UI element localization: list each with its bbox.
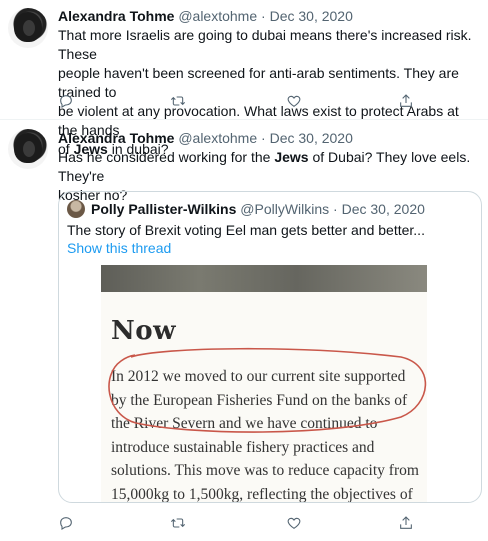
tweet-actions	[56, 514, 416, 532]
avatar[interactable]	[8, 8, 48, 48]
quoted-avatar	[67, 200, 85, 218]
author-name[interactable]: Alexandra Tohme	[58, 130, 174, 146]
author-handle[interactable]: @alextohme	[178, 130, 257, 146]
share-icon[interactable]	[396, 514, 416, 532]
quoted-tweet-date: Dec 30, 2020	[341, 201, 425, 217]
tweet-header: Alexandra Tohme @alextohme · Dec 30, 202…	[58, 130, 353, 146]
retweet-icon[interactable]	[168, 92, 188, 110]
tweet-actions	[56, 92, 416, 110]
author-handle[interactable]: @alextohme	[178, 8, 257, 24]
avatar[interactable]	[8, 129, 48, 169]
quoted-author-name: Polly Pallister-Wilkins	[91, 201, 237, 217]
annotation-circle	[108, 347, 427, 433]
author-name[interactable]: Alexandra Tohme	[58, 8, 174, 24]
quoted-tweet[interactable]: Polly Pallister-Wilkins @PollyWilkins · …	[58, 191, 482, 503]
separator: ·	[261, 130, 266, 146]
tweet-text-line: Has he considered working for the Jews o…	[58, 149, 471, 184]
retweet-icon[interactable]	[168, 514, 188, 532]
tweet-header: Alexandra Tohme @alextohme · Dec 30, 202…	[58, 8, 353, 24]
separator: ·	[261, 8, 266, 24]
like-icon[interactable]	[284, 92, 304, 110]
tweet-text-line: That more Israelis are going to dubai me…	[58, 27, 472, 62]
like-icon[interactable]	[284, 514, 304, 532]
show-thread-link[interactable]: Show this thread	[67, 240, 171, 256]
quoted-tweet-header: Polly Pallister-Wilkins @PollyWilkins · …	[67, 200, 425, 218]
share-icon[interactable]	[396, 92, 416, 110]
highlighted-term: Jews	[274, 149, 309, 165]
reply-icon[interactable]	[56, 92, 76, 110]
separator: ·	[333, 201, 338, 217]
tweet-date[interactable]: Dec 30, 2020	[270, 8, 353, 24]
quoted-author-handle: @PollyWilkins	[240, 201, 330, 217]
quoted-tweet-text: The story of Brexit voting Eel man gets …	[67, 222, 425, 238]
tweet-date[interactable]: Dec 30, 2020	[270, 130, 353, 146]
tweet[interactable]: Alexandra Tohme @alextohme · Dec 30, 202…	[0, 121, 488, 541]
quoted-tweet-image[interactable]: Now In 2012 we moved to our current site…	[101, 265, 427, 502]
tweet[interactable]: Alexandra Tohme @alextohme · Dec 30, 202…	[0, 0, 488, 157]
reply-icon[interactable]	[56, 514, 76, 532]
